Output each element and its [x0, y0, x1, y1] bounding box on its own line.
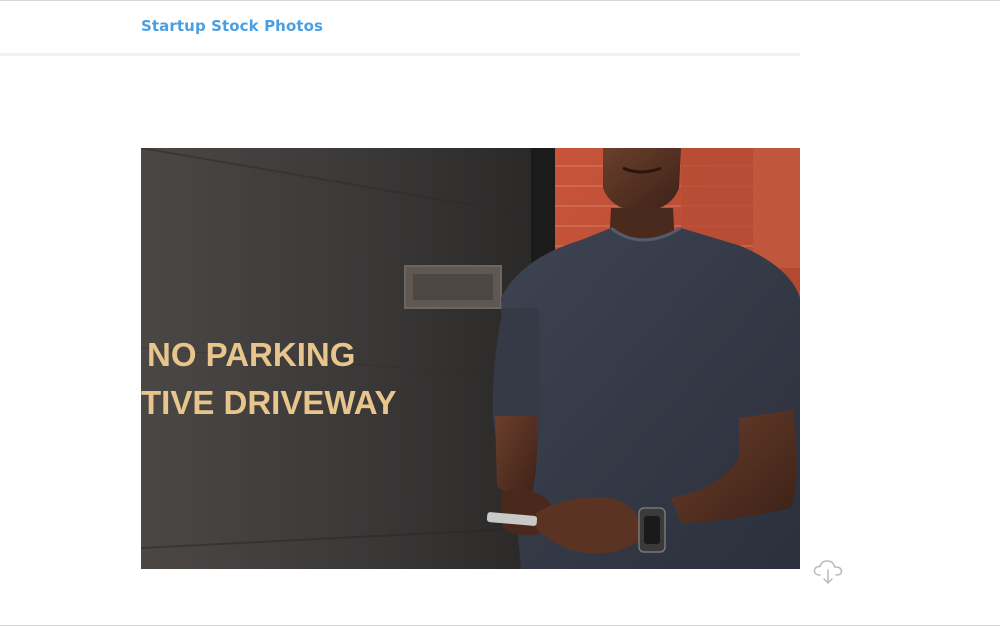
page: Startup Stock Photos NO PARKING TIVE DRI… — [0, 0, 1000, 626]
download-button[interactable] — [813, 558, 843, 586]
site-logo-link[interactable]: Startup Stock Photos — [141, 17, 323, 35]
sign-text-line-2: TIVE DRIVEWAY — [141, 384, 397, 421]
sign-text-line-1: NO PARKING — [147, 336, 355, 373]
site-header: Startup Stock Photos — [0, 1, 800, 56]
stock-photo[interactable]: NO PARKING TIVE DRIVEWAY — [141, 148, 800, 569]
cloud-download-icon — [813, 560, 843, 584]
stock-photo-image: NO PARKING TIVE DRIVEWAY — [141, 148, 800, 569]
